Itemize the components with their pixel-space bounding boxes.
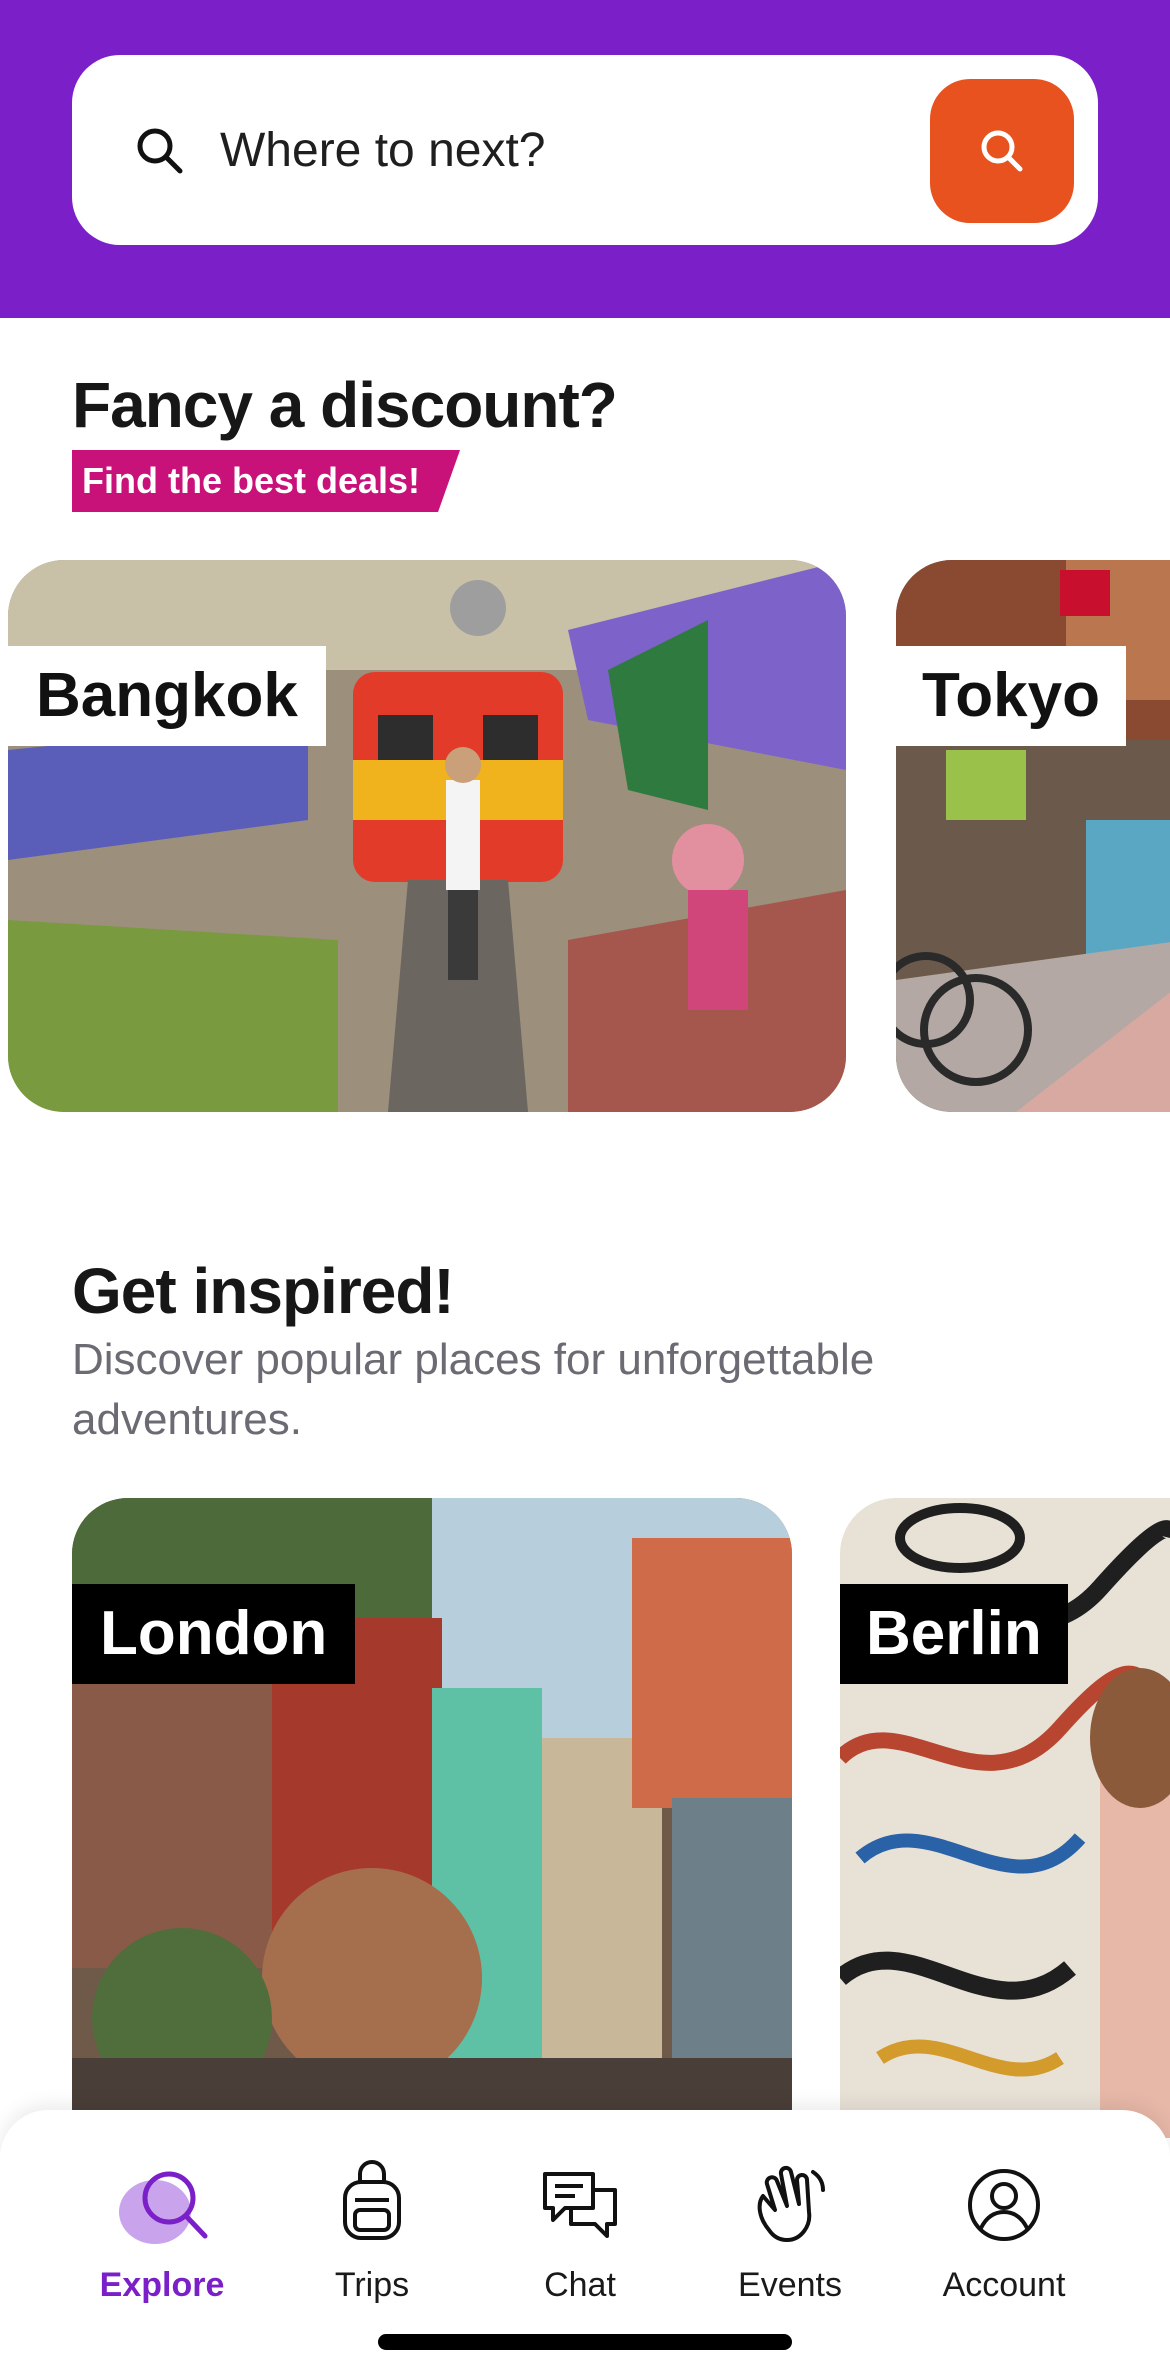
card-label-tokyo: Tokyo: [896, 646, 1126, 746]
search-input[interactable]: Where to next?: [220, 121, 546, 181]
nav-item-account[interactable]: Account: [914, 2160, 1094, 2305]
card-label-bangkok: Bangkok: [8, 646, 326, 746]
discount-title: Fancy a discount?: [72, 369, 618, 441]
nav-label: Chat: [544, 2266, 616, 2304]
backpack-icon: [327, 2160, 417, 2250]
nav-label: Account: [942, 2266, 1066, 2304]
nav-label: Trips: [334, 2266, 410, 2304]
nav-label: Explore: [99, 2266, 225, 2304]
nav-item-explore[interactable]: Explore: [72, 2160, 252, 2305]
search-icon: [981, 130, 1023, 172]
home-indicator: [378, 2334, 792, 2350]
destination-card-tokyo[interactable]: Tokyo: [896, 560, 1170, 1112]
hand-wave-icon: [745, 2160, 835, 2250]
deals-badge[interactable]: Find the best deals!: [72, 450, 460, 512]
card-label-london: London: [72, 1584, 356, 1684]
destination-card-bangkok[interactable]: Bangkok: [8, 560, 846, 1112]
search-icon: [137, 128, 183, 174]
inspire-title: Get inspired!: [72, 1255, 455, 1327]
explore-icon: [117, 2160, 208, 2250]
card-label-berlin: Berlin: [840, 1584, 1068, 1684]
inspiration-card-london[interactable]: London: [72, 1498, 792, 2138]
nav-item-trips[interactable]: Trips: [282, 2160, 462, 2305]
search-button[interactable]: [930, 79, 1074, 223]
nav-item-events[interactable]: Events: [700, 2160, 880, 2305]
bangkok-photo: [8, 560, 846, 1112]
inspiration-card-berlin[interactable]: Berlin: [840, 1498, 1170, 2138]
app-header: Where to next?: [0, 0, 1170, 318]
account-icon: [959, 2160, 1049, 2250]
search-bar[interactable]: Where to next?: [72, 55, 1098, 245]
nav-item-chat[interactable]: Chat: [490, 2160, 670, 2305]
inspire-subtitle: Discover popular places for unforgettabl…: [72, 1335, 875, 1444]
tokyo-photo: [896, 560, 1170, 1112]
chat-icon: [535, 2160, 625, 2250]
nav-label: Events: [738, 2266, 842, 2304]
